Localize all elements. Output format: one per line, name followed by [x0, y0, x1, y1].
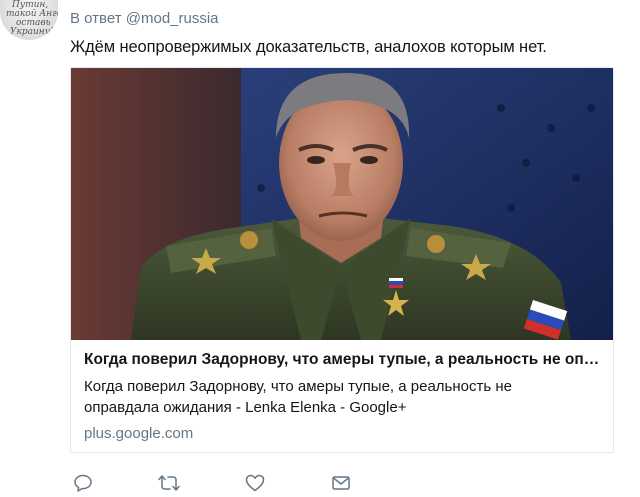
card-image	[71, 68, 613, 340]
retweet-icon[interactable]	[158, 472, 180, 494]
avatar-text-line: Украину!	[10, 27, 54, 37]
like-icon[interactable]	[244, 472, 266, 494]
card-description: Когда поверил Задорнову, что амеры тупые…	[84, 378, 512, 416]
reply-icon[interactable]	[72, 472, 94, 494]
direct-message-icon[interactable]	[330, 472, 352, 494]
card-domain: plus.google.com	[84, 425, 194, 442]
avatar[interactable]: Путин, такой Ангел оставь Украину!	[0, 0, 58, 40]
tweet-text: Ждём неопровержимых доказательств, анало…	[70, 38, 547, 56]
reply-context: В ответ @mod_russia	[70, 10, 219, 27]
card-body: Когда поверил Задорнову, что амеры тупые…	[84, 350, 604, 442]
reply-handle-link[interactable]: @mod_russia	[126, 10, 219, 27]
card-title[interactable]: Когда поверил Задорнову, что амеры тупые…	[84, 350, 604, 370]
reply-prefix: В ответ	[70, 10, 122, 27]
tweet-actions	[70, 472, 370, 496]
link-card[interactable]: Когда поверил Задорнову, что амеры тупые…	[70, 67, 614, 453]
